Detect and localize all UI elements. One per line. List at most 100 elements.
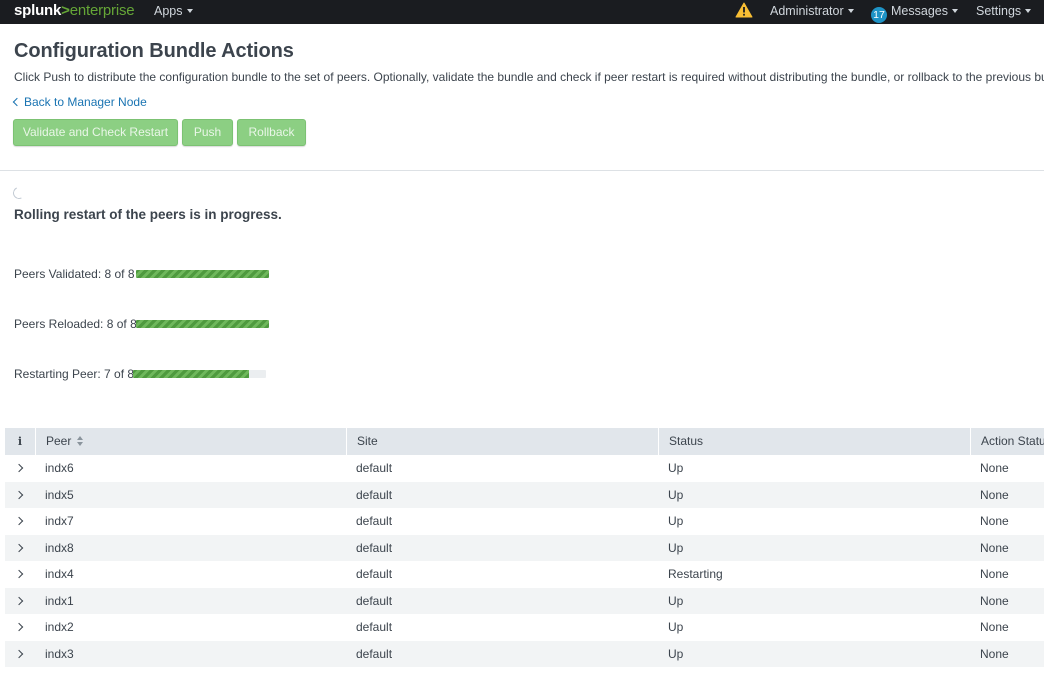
chevron-right-icon: [14, 543, 23, 552]
peer-column-header[interactable]: Peer: [35, 428, 346, 455]
logo-enterprise-text: enterprise: [69, 2, 135, 19]
table-row[interactable]: indx3 default Up None: [5, 640, 1044, 668]
chevron-right-icon: [14, 569, 23, 579]
action-status-cell: None: [980, 593, 1009, 608]
table-row[interactable]: indx6 default Up None: [5, 455, 1044, 482]
peers-validated-row: Peers Validated: 8 of 8: [14, 267, 135, 281]
table-row[interactable]: indx2 default Up None: [5, 614, 1044, 641]
status-cell: Up: [668, 540, 684, 555]
push-button[interactable]: Push: [182, 119, 233, 146]
validate-and-check-restart-button[interactable]: Validate and Check Restart: [13, 119, 178, 146]
peers-table: i Peer Site Status Action Status indx6 de…: [5, 428, 1044, 667]
row-expand-toggle[interactable]: [5, 508, 35, 535]
chevron-right-icon: [14, 622, 23, 632]
apps-menu[interactable]: Apps: [154, 4, 193, 18]
chevron-right-icon: [14, 516, 23, 526]
action-status-cell: None: [980, 487, 1009, 502]
row-expand-toggle[interactable]: [5, 455, 35, 482]
info-column-header: i: [17, 435, 23, 448]
peers-validated-progress-bar: [136, 270, 269, 278]
table-header: i Peer Site Status Action Status: [5, 428, 1044, 455]
action-status-column-header: Action Status: [970, 428, 1044, 455]
splunk-logo[interactable]: splunk>enterprise: [14, 2, 135, 20]
loading-spinner-icon: [11, 185, 27, 201]
peer-cell: indx8: [45, 540, 74, 555]
table-row[interactable]: indx7 default Up None: [5, 508, 1044, 535]
site-cell: default: [356, 540, 393, 555]
status-cell: Up: [668, 514, 684, 528]
site-column-header: Site: [346, 428, 658, 455]
status-cell: Up: [668, 646, 684, 661]
action-status-cell: None: [980, 540, 1009, 555]
peer-cell: indx7: [45, 514, 74, 528]
action-status-cell: None: [980, 646, 1009, 661]
table-row[interactable]: indx1 default Up None: [5, 587, 1044, 615]
user-menu[interactable]: Administrator: [770, 4, 854, 18]
status-cell: Restarting: [668, 567, 723, 581]
back-to-manager-link[interactable]: Back to Manager Node: [12, 95, 147, 109]
sort-icon[interactable]: [77, 436, 84, 446]
settings-menu[interactable]: Settings: [976, 4, 1032, 18]
peers-reloaded-progress-bar: [136, 320, 269, 328]
settings-menu-label: Settings: [976, 4, 1022, 18]
messages-menu[interactable]: 17 Messages: [871, 2, 958, 23]
restarting-peer-label: Restarting Peer: 7 of 8: [14, 367, 135, 381]
peers-validated-label: Peers Validated: 8 of 8: [14, 267, 135, 281]
table-row[interactable]: indx5 default Up None: [5, 481, 1044, 509]
restarting-peer-progress-bar: [133, 370, 266, 378]
warning-icon[interactable]: [735, 2, 753, 18]
chevron-down-icon: [847, 9, 854, 13]
chevron-down-icon: [951, 9, 958, 13]
table-row[interactable]: indx8 default Up None: [5, 534, 1044, 562]
chevron-down-icon: [186, 9, 193, 13]
status-cell: Up: [668, 620, 684, 634]
action-status-cell: None: [980, 514, 1009, 528]
page-title: Configuration Bundle Actions: [14, 40, 294, 62]
row-expand-toggle[interactable]: [5, 561, 35, 588]
peer-cell: indx3: [45, 646, 74, 661]
chevron-right-icon: [14, 463, 23, 473]
peers-reloaded-progress-fill: [136, 320, 269, 328]
row-expand-toggle[interactable]: [5, 588, 35, 615]
messages-count-badge: 17: [871, 7, 887, 23]
restarting-peer-row: Restarting Peer: 7 of 8: [14, 367, 134, 381]
logo-gt-text: >: [61, 2, 70, 19]
chevron-right-icon: [14, 596, 23, 605]
top-bar: splunk>enterprise Apps Administrator 17 M…: [0, 0, 1044, 24]
user-menu-label: Administrator: [770, 4, 844, 18]
action-status-cell: None: [980, 620, 1009, 634]
table-body: indx6 default Up None indx5 default Up None indx…: [5, 455, 1044, 667]
site-cell: default: [356, 620, 393, 634]
peer-cell: indx1: [45, 593, 74, 608]
restarting-peer-progress-fill: [133, 370, 250, 378]
peer-column-label: Peer: [46, 434, 72, 448]
chevron-down-icon: [1025, 9, 1032, 13]
messages-menu-label: Messages: [891, 4, 948, 18]
site-cell: default: [356, 646, 393, 661]
site-cell: default: [356, 567, 393, 581]
peers-reloaded-row: Peers Reloaded: 8 of 8: [14, 317, 137, 331]
site-cell: default: [356, 514, 393, 528]
row-expand-toggle[interactable]: [5, 482, 35, 509]
rollback-button[interactable]: Rollback: [237, 119, 306, 146]
site-cell: default: [356, 593, 393, 608]
page-description-text: Click Push to distribute the configurati…: [14, 70, 1044, 84]
action-status-cell: None: [980, 567, 1009, 581]
site-cell: default: [356, 461, 393, 475]
row-expand-toggle[interactable]: [5, 641, 35, 668]
row-expand-toggle[interactable]: [5, 535, 35, 562]
apps-menu-label: Apps: [154, 4, 183, 18]
chevron-right-icon: [14, 649, 23, 658]
page-description: Click Push to distribute the configurati…: [14, 70, 1044, 84]
chevron-right-icon: [14, 490, 23, 499]
peers-validated-progress-fill: [136, 270, 269, 278]
status-cell: Up: [668, 487, 684, 502]
peer-cell: indx6: [45, 461, 74, 475]
action-status-cell: None: [980, 461, 1009, 475]
peer-cell: indx5: [45, 487, 74, 502]
back-link-label: Back to Manager Node: [24, 95, 147, 109]
site-cell: default: [356, 487, 393, 502]
row-expand-toggle[interactable]: [5, 614, 35, 641]
status-cell: Up: [668, 593, 684, 608]
table-row[interactable]: indx4 default Restarting None: [5, 561, 1044, 588]
